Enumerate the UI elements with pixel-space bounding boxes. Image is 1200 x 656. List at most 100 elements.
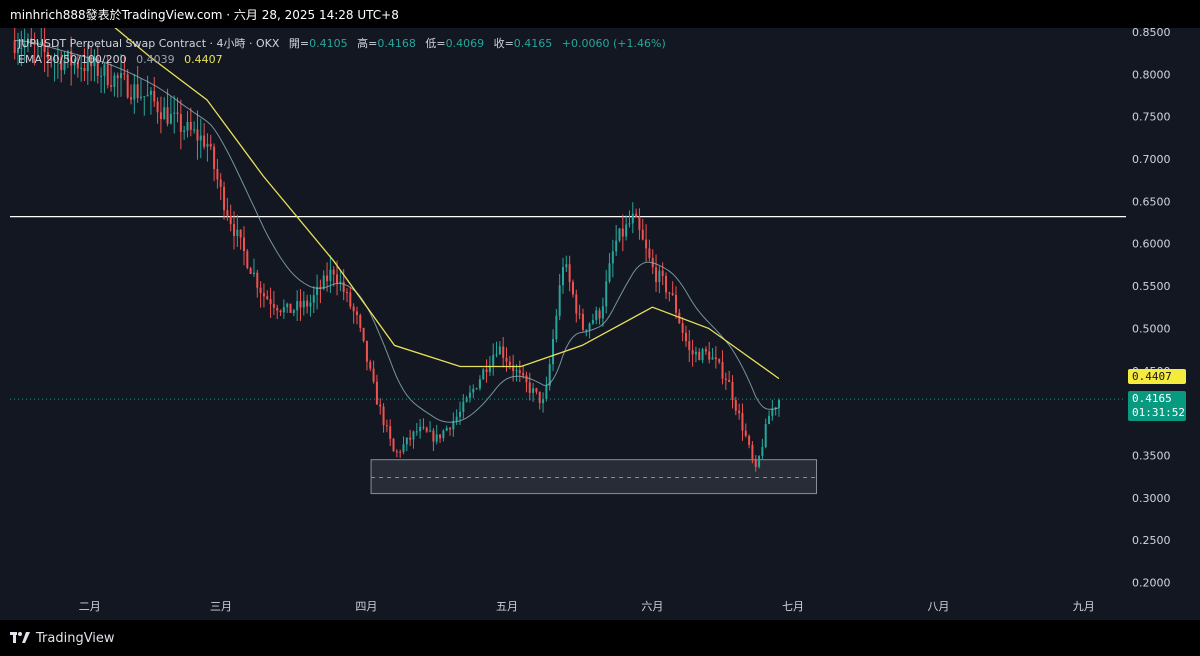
candle-body [276, 307, 279, 311]
candle-body [259, 287, 262, 294]
candle-body [385, 425, 388, 427]
candle-body [595, 310, 598, 321]
tradingview-logo[interactable]: TradingView [10, 631, 115, 646]
candle-body [149, 90, 152, 95]
candle-body [628, 223, 631, 225]
candle-body [714, 357, 717, 360]
candle-body [116, 75, 119, 79]
candle-body [571, 281, 574, 295]
candle-body [648, 248, 651, 258]
candle-body [193, 129, 196, 131]
candle-body [625, 224, 628, 237]
candle-body [262, 293, 265, 297]
candle-body [156, 101, 159, 113]
candle-body [379, 404, 382, 407]
candle-body [352, 306, 355, 312]
candle-body [621, 228, 624, 237]
candle-body [146, 94, 149, 97]
candle-body [405, 437, 408, 445]
candle-body [568, 264, 571, 282]
candle-body [123, 73, 126, 75]
candle-body [758, 455, 761, 467]
candle-body [173, 112, 176, 114]
candle-body [768, 415, 771, 425]
open-label: 開= [288, 37, 310, 50]
x-tick-label: 四月 [355, 600, 377, 613]
candle-body [522, 373, 525, 376]
candle-body [306, 300, 309, 307]
y-tick-label: 0.3000 [1132, 492, 1171, 505]
candle-body [312, 295, 315, 303]
ema-indicator-label[interactable]: EMA 20/50/100/200 [18, 53, 127, 66]
candle-body [272, 304, 275, 308]
candle-body [409, 437, 412, 440]
candle-body [611, 251, 614, 264]
candle-body [668, 292, 671, 294]
candle-body [252, 272, 255, 274]
candle-body [349, 292, 352, 307]
ema-fast-value: 0.4039 [136, 53, 175, 66]
candle-body [724, 378, 727, 381]
candle-body [498, 346, 501, 355]
candle-body [359, 315, 362, 328]
candle-body [100, 75, 103, 77]
candle-body [658, 270, 661, 283]
ema-fast-line[interactable] [14, 40, 780, 423]
candle-body [528, 382, 531, 393]
candle-body [562, 267, 565, 286]
candle-body [445, 427, 448, 431]
x-tick-label: 三月 [210, 600, 232, 613]
support-zone-box[interactable] [370, 459, 818, 495]
candle-body [432, 430, 435, 442]
candle-body [126, 74, 129, 98]
candle-body [578, 313, 581, 315]
candle-body [129, 97, 132, 100]
candle-body [688, 341, 691, 351]
candle-body [545, 385, 548, 400]
candle-body [508, 361, 511, 366]
candle-body [326, 275, 329, 282]
candle-body [618, 228, 621, 241]
candle-body [153, 90, 156, 102]
candle-body [505, 357, 508, 362]
candle-body [684, 332, 687, 342]
candle-body [299, 301, 302, 308]
candle-body [585, 329, 588, 331]
chart-pane[interactable]: 0.8500 0.8000 0.7500 0.7000 0.6500 0.6000 0.55… [0, 28, 1200, 620]
candle-body [744, 430, 747, 436]
candle-body [176, 112, 179, 115]
symbol-title[interactable]: JUPUSDT Perpetual Swap Contract · 4小時 · … [18, 37, 279, 50]
ema-price-tag: 0.4407 [1128, 369, 1186, 384]
low-value: 0.4069 [445, 37, 485, 50]
candle-body [399, 451, 402, 453]
candle-body [482, 369, 485, 380]
candle-body [449, 427, 452, 430]
ema-200-line[interactable] [15, 28, 780, 380]
candle-body [641, 229, 644, 240]
candle-body [661, 270, 664, 276]
candle-body [631, 213, 634, 224]
candle-body [761, 447, 764, 456]
candle-body [615, 240, 618, 252]
candle-body [375, 381, 378, 405]
price-chart[interactable]: 0.8500 0.8000 0.7500 0.7000 0.6500 0.6000 0.55… [0, 28, 1200, 620]
candle-body [734, 400, 737, 411]
candle-body [691, 350, 694, 355]
candle-body [332, 269, 335, 275]
y-tick-label: 0.3500 [1132, 449, 1171, 462]
candle-body [223, 186, 226, 211]
candle-body [110, 85, 113, 87]
candle-body [186, 121, 189, 131]
candle-body [216, 168, 219, 180]
y-tick-label: 0.2000 [1132, 577, 1171, 590]
tradingview-brand: TradingView [36, 630, 115, 646]
candle-body [638, 216, 641, 230]
candle-body [538, 391, 541, 404]
candle-body [665, 275, 668, 293]
y-tick-label: 0.5500 [1132, 280, 1171, 293]
candle-body [322, 275, 325, 290]
candle-body [226, 210, 229, 216]
candle-body [239, 229, 242, 238]
candle-body [558, 285, 561, 316]
candle-body [581, 313, 584, 330]
